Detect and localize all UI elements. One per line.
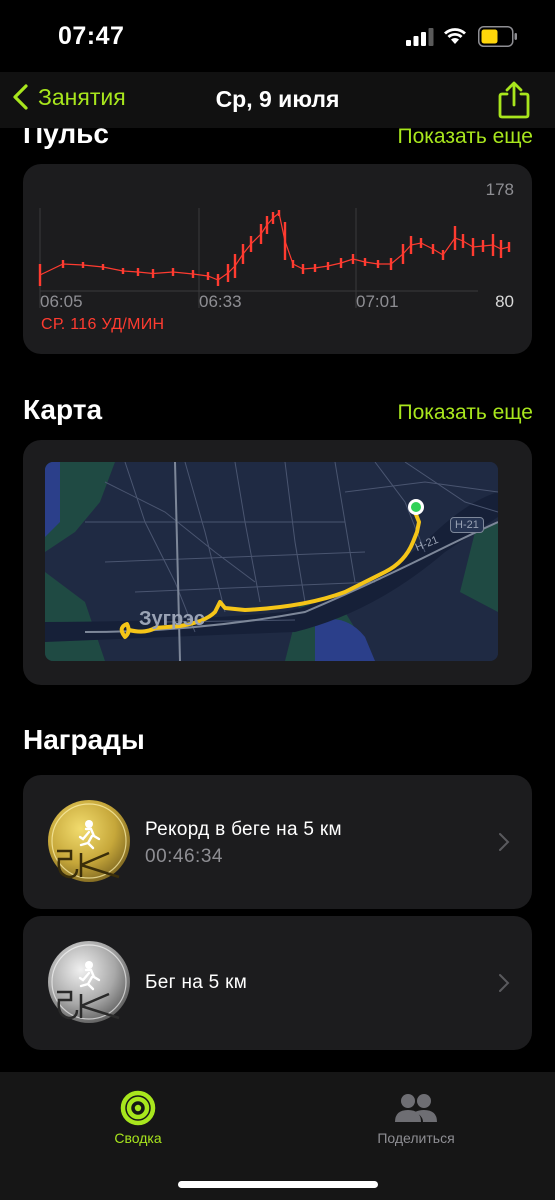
chevron-right-icon <box>499 833 510 851</box>
silver-5k-medal-icon <box>48 941 130 1023</box>
heart-rate-series <box>38 210 511 286</box>
heart-rate-card[interactable]: 178 06:05 06:33 07:01 80 СР. 116 УД/МИН <box>23 164 532 354</box>
route-start-dot <box>411 502 421 512</box>
route-map[interactable]: Зугрэс Н-21 Н-21 <box>45 462 498 661</box>
back-button-label: Занятия <box>38 83 126 110</box>
award-card[interactable]: Рекорд в беге на 5 км 00:46:34 <box>23 775 532 909</box>
time-tick-label: 07:01 <box>356 292 399 311</box>
awards-section-header: Награды <box>23 724 533 756</box>
chevron-right-icon <box>499 974 510 992</box>
map-card[interactable]: Зугрэс Н-21 Н-21 <box>23 440 532 685</box>
home-indicator <box>178 1181 378 1188</box>
navigation-bar: Занятия Ср, 9 июля <box>0 72 555 128</box>
wifi-icon <box>444 28 466 44</box>
chevron-left-icon <box>13 84 28 110</box>
time-tick-label: 06:05 <box>40 292 83 311</box>
awards-section-title: Награды <box>23 724 145 755</box>
tab-label: Сводка <box>114 1130 162 1146</box>
back-button[interactable]: Занятия <box>10 83 126 111</box>
award-title: Рекорд в беге на 5 км <box>145 819 342 840</box>
time-tick-label: 06:33 <box>199 292 242 311</box>
heart-rate-average-label: СР. 116 УД/МИН <box>41 316 165 333</box>
map-graphic <box>45 462 498 661</box>
map-town-label: Зугрэс <box>139 608 205 630</box>
tab-summary[interactable]: Сводка <box>98 1090 178 1146</box>
share-icon[interactable] <box>495 80 533 120</box>
award-subtitle: 00:46:34 <box>145 846 223 867</box>
heart-rate-show-more-link[interactable]: Показать еще <box>397 125 533 149</box>
heart-rate-max-label: 178 <box>485 180 514 199</box>
map-road-badge: Н-21 <box>450 517 484 533</box>
heart-rate-line <box>39 211 510 281</box>
cellular-signal-icon <box>406 28 434 46</box>
map-show-more-link[interactable]: Показать еще <box>397 401 533 425</box>
status-bar: 07:47 <box>0 0 555 72</box>
map-section-title: Карта <box>23 394 103 425</box>
scroll-content[interactable]: Пульс Показать еще 178 06:05 06:33 07:01… <box>0 72 555 1072</box>
people-icon <box>395 1094 437 1122</box>
tab-sharing[interactable]: Поделиться <box>366 1090 466 1146</box>
battery-icon <box>478 26 517 47</box>
heart-rate-min-label: 80 <box>495 292 514 311</box>
status-time: 07:47 <box>58 22 125 50</box>
gold-5k-medal-icon <box>48 800 130 882</box>
map-section-header: Карта Показать еще <box>23 394 533 426</box>
award-card[interactable]: Бег на 5 км <box>23 916 532 1050</box>
activity-rings-icon <box>120 1090 156 1126</box>
award-title: Бег на 5 км <box>145 972 248 993</box>
tab-label: Поделиться <box>377 1130 455 1146</box>
